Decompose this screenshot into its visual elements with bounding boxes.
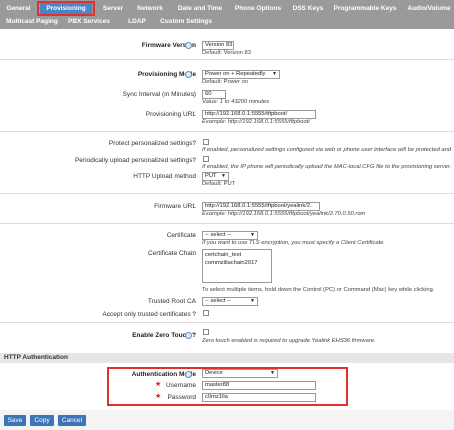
firmware-url-hint: Example: http://192.168.0.1:5555/tftpboo… [202,211,366,217]
save-button[interactable]: Save [4,415,26,426]
colon: : [193,71,195,78]
firmware-url-label: Firmware URL [154,203,196,210]
tab-custom-settings[interactable]: Custom Settings [157,16,215,28]
firmware-url-input[interactable]: http://192.168.0.1:5555/tftpboot/yealink… [202,202,320,211]
tab-multicast-paging[interactable]: Multicast Paging [2,16,62,28]
list-item[interactable]: commzillachain2017 [205,259,269,267]
tab-audio-volume[interactable]: Audio/Volume [404,3,454,15]
trusted-root-ca-label: Trusted Root CA [147,298,196,305]
colon: : [193,298,195,305]
divider [0,322,454,323]
periodic-upload-hint: If enabled, the IP phone will periodical… [202,164,452,170]
chevron-down-icon: ▼ [272,71,277,77]
provisioning-mode-value: Power on + Repeatedly [205,71,266,77]
trusted-root-ca-select[interactable]: -- select -- ▼ [202,297,258,306]
certificate-hint: If you want to use TLS encryption, you m… [202,240,386,246]
colon: : [193,250,195,257]
certificate-chain-label: Certificate Chain [147,250,196,257]
tab-pbx-services[interactable]: PBX Services [65,16,113,28]
periodic-upload-checkbox[interactable] [203,156,209,162]
tab-server[interactable]: Server [99,3,127,15]
colon: : [193,232,195,239]
chevron-down-icon: ▼ [221,173,226,179]
protect-settings-checkbox[interactable] [203,139,209,145]
colon: : [193,173,195,180]
tab-ldap[interactable]: LDAP [125,16,149,28]
provisioning-mode-select[interactable]: Power on + Repeatedly ▼ [202,70,280,79]
divider [0,223,454,224]
chevron-down-icon: ▼ [250,232,255,238]
zero-touch-hint: Zero touch enabled is required to upgrad… [202,338,376,344]
http-upload-method-value: PUT [205,173,217,179]
trusted-root-ca-value: -- select -- [205,298,232,304]
zero-touch-checkbox[interactable] [203,329,209,335]
divider [0,193,454,194]
help-icon[interactable] [185,42,192,49]
certificate-select[interactable]: -- select -- ▼ [202,231,258,240]
help-icon[interactable] [185,71,192,78]
certificate-value: -- select -- [205,232,232,238]
sync-interval-label: Sync Interval (in Minutes) [122,91,196,98]
sync-interval-input[interactable]: 60 [202,90,226,99]
protect-settings-label: Protect personalized settings? [108,140,196,147]
tab-phone-options[interactable]: Phone Options [232,3,284,15]
firmware-version-default: Default: Version 83 [202,50,251,56]
tab-dss-keys[interactable]: DSS Keys [290,3,326,15]
chevron-down-icon: ▼ [250,298,255,304]
protect-settings-hint: If enabled, personalized settings config… [202,147,452,153]
colon: : [193,140,195,147]
certificate-label: Certificate [166,232,196,239]
authentication-highlight [107,367,348,406]
http-upload-method-select[interactable]: PUT ▼ [202,172,229,181]
firmware-version-value: Version 83 [205,42,233,48]
periodic-upload-label: Periodically upload personalized setting… [74,157,196,164]
tab-date-and-time[interactable]: Date and Time [175,3,225,15]
colon: : [193,157,195,164]
colon: : [193,91,195,98]
certificate-chain-list[interactable]: certchain_test commzillachain2017 [202,249,272,283]
colon: : [193,42,195,49]
cancel-button[interactable]: Cancel [58,415,86,426]
list-item[interactable]: certchain_test [205,251,269,259]
colon: : [193,311,195,318]
tab-general[interactable]: General [2,3,35,15]
certificate-chain-hint: To select multiple items, hold down the … [202,287,435,293]
colon: : [193,203,195,210]
accept-trusted-label: Accept only trusted certificates ? [102,311,196,318]
provisioning-url-input[interactable]: http://192.168.0.1:5555/tftpboot/ [202,110,316,119]
http-authentication-header: HTTP Authentication [0,353,454,363]
colon: : [193,332,195,339]
copy-button[interactable]: Copy [30,415,54,426]
tab-network[interactable]: Network [133,3,167,15]
active-tab-highlight [37,1,95,16]
divider [0,59,454,60]
colon: : [193,111,195,118]
provisioning-url-hint: Example: http://192.168.0.1:5555/tftpboo… [202,119,310,125]
firmware-version-select[interactable]: Version 83 [202,41,234,50]
provisioning-mode-default: Default: Power on [202,79,249,85]
http-upload-method-label: HTTP Upload method [133,173,196,180]
sync-interval-hint: Value: 1 to 43200 minutes [202,99,270,105]
accept-trusted-checkbox[interactable] [203,310,209,316]
divider [0,131,454,132]
help-icon[interactable] [185,332,192,339]
tab-programmable-keys[interactable]: Programmable Keys [333,3,397,15]
http-upload-method-default: Default: PUT [202,181,236,187]
provisioning-url-label: Provisioning URL [145,111,196,118]
